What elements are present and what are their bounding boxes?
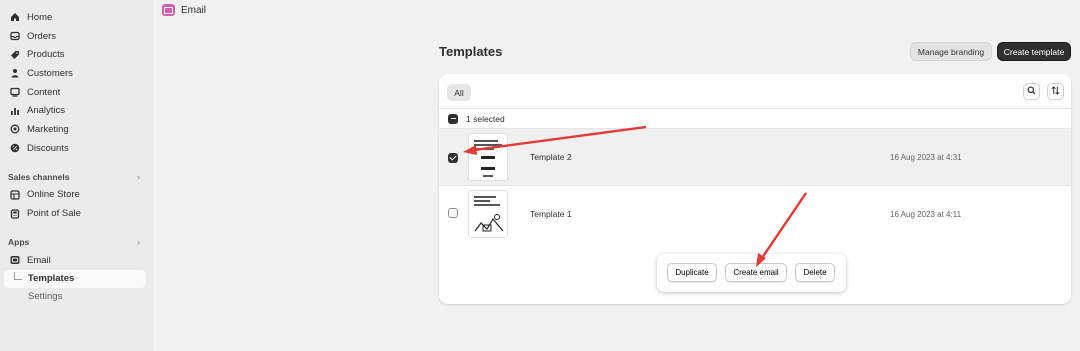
chevron-right-icon: › — [137, 171, 140, 182]
sidebar-item-label: Customers — [27, 67, 73, 79]
sidebar-item-customers[interactable]: Customers — [0, 64, 154, 83]
create-template-button[interactable]: Create template — [997, 42, 1071, 61]
template-name[interactable]: Template 2 — [530, 152, 572, 162]
apps-heading[interactable]: Apps › — [0, 233, 154, 251]
sidebar-item-label: Products — [27, 49, 65, 61]
orders-icon — [9, 31, 20, 42]
bulk-actions-popover: Duplicate Create email Delete — [657, 254, 846, 292]
sidebar-item-label: Analytics — [27, 105, 66, 117]
sidebar-item-marketing[interactable]: Marketing — [0, 120, 154, 139]
sidebar-item-label: Settings — [28, 291, 63, 303]
sidebar-item-analytics[interactable]: Analytics — [0, 101, 154, 120]
create-email-button[interactable]: Create email — [725, 263, 787, 282]
discount-icon — [9, 143, 20, 154]
sidebar-item-label: Discounts — [27, 142, 69, 154]
page-title: Templates — [439, 44, 503, 59]
table-row[interactable]: Template 2 16 Aug 2023 at 4:31 — [439, 128, 1071, 185]
email-app-icon — [162, 4, 175, 16]
template-thumbnail — [468, 133, 508, 181]
sidebar-item-label: Marketing — [27, 123, 69, 135]
template-date: 16 Aug 2023 at 4:11 — [890, 209, 962, 219]
selection-count: 1 selected — [466, 113, 505, 124]
row-checkbox[interactable] — [448, 207, 458, 218]
sidebar-item-point-of-sale[interactable]: Point of Sale — [0, 204, 154, 223]
tag-icon — [9, 49, 20, 60]
select-all-checkbox[interactable] — [448, 113, 458, 124]
home-icon — [9, 12, 20, 23]
sidebar-item-label: Email — [27, 254, 51, 266]
templates-card: All 1 selected Template 2 16 Aug 2023 at… — [439, 74, 1071, 304]
table-row[interactable]: Template 1 16 Aug 2023 at 4:11 — [439, 185, 1071, 242]
pos-icon — [9, 208, 20, 219]
content-icon — [9, 87, 20, 98]
sidebar-item-email[interactable]: Email — [0, 251, 154, 270]
chevron-right-icon: › — [137, 236, 140, 247]
tab-all[interactable]: All — [447, 84, 471, 101]
sidebar-item-discounts[interactable]: Discounts — [0, 139, 154, 158]
sort-icon — [1051, 86, 1060, 97]
sidebar: Home Orders Products Customers Content A… — [0, 0, 154, 351]
template-date: 16 Aug 2023 at 4:31 — [890, 152, 962, 162]
app-title: Email — [181, 4, 207, 16]
sidebar-item-label: Content — [27, 86, 61, 98]
template-name[interactable]: Template 1 — [530, 209, 572, 219]
sort-button[interactable] — [1047, 83, 1064, 100]
sidebar-item-label: Home — [27, 11, 53, 23]
illustration-image — [474, 214, 504, 232]
bar-chart-icon — [9, 105, 20, 116]
sidebar-item-label: Online Store — [27, 189, 80, 201]
email-app-icon — [9, 255, 20, 266]
sidebar-item-templates[interactable]: Templates — [4, 269, 146, 288]
sidebar-item-content[interactable]: Content — [0, 83, 154, 102]
sidebar-item-orders[interactable]: Orders — [0, 27, 154, 46]
sidebar-item-home[interactable]: Home — [0, 8, 154, 27]
search-icon — [1027, 86, 1036, 97]
template-thumbnail — [468, 190, 508, 238]
search-button[interactable] — [1023, 83, 1040, 100]
duplicate-button[interactable]: Duplicate — [667, 263, 717, 282]
sidebar-item-label: Orders — [27, 30, 57, 42]
manage-branding-button[interactable]: Manage branding — [910, 42, 992, 61]
sidebar-item-settings[interactable]: Settings — [4, 288, 146, 306]
sidebar-item-online-store[interactable]: Online Store — [0, 186, 154, 205]
selection-bar: 1 selected — [439, 108, 1071, 128]
delete-button[interactable]: Delete — [795, 263, 835, 282]
app-topbar: Email — [154, 0, 1080, 20]
sales-channels-heading[interactable]: Sales channels › — [0, 168, 154, 186]
row-checkbox[interactable] — [448, 152, 458, 163]
sidebar-item-label: Point of Sale — [27, 208, 81, 220]
tree-connector-icon — [14, 271, 22, 280]
store-icon — [9, 189, 20, 200]
sidebar-item-label: Templates — [28, 273, 75, 285]
target-icon — [9, 124, 20, 135]
sidebar-item-products[interactable]: Products — [0, 45, 154, 64]
person-icon — [9, 68, 20, 79]
